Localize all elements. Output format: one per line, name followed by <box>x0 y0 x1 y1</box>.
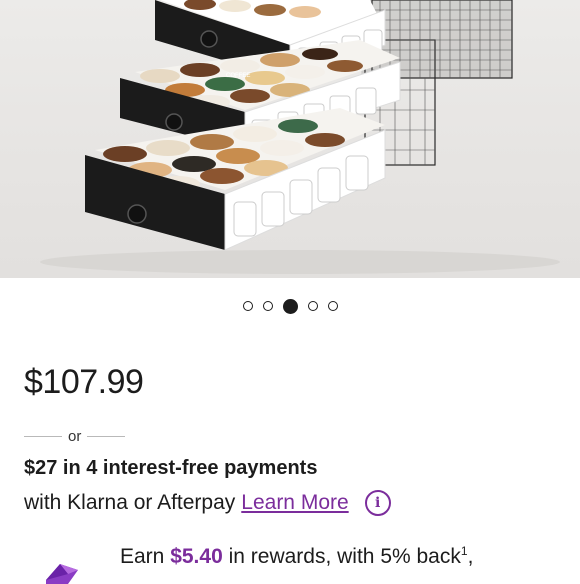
rewards-suffix: , <box>467 545 474 568</box>
pay-provider-line: with Klarna or Afterpay Learn More i <box>24 490 391 516</box>
rewards-middle: in rewards, with 5% back <box>222 545 461 568</box>
pod-label: COFFEE <box>226 73 250 79</box>
rewards-prefix: Earn <box>120 545 171 568</box>
or-label: or <box>68 428 82 445</box>
carousel-dot-4[interactable] <box>307 301 318 311</box>
carousel-dot-5[interactable] <box>327 301 338 311</box>
or-divider: or <box>24 428 126 445</box>
divider-line-left <box>24 436 62 437</box>
pay-provider-text: with Klarna or Afterpay <box>24 491 236 514</box>
installment-text: $27 in 4 interest-free payments <box>24 457 318 479</box>
carousel-dot-3[interactable] <box>282 298 298 314</box>
product-image[interactable]: COFFEE <box>0 0 580 278</box>
image-carousel-indicator <box>0 297 580 315</box>
divider-line-right <box>87 436 126 437</box>
rewards-footnote: 1 <box>460 544 468 558</box>
product-price: $107.99 <box>24 363 144 401</box>
learn-more-link[interactable]: Learn More <box>241 491 348 515</box>
carousel-dot-1[interactable] <box>242 301 253 311</box>
rewards-text: Earn $5.40 in rewards, with 5% back1, <box>120 544 473 569</box>
info-icon[interactable]: i <box>364 490 391 516</box>
carousel-dot-2[interactable] <box>262 301 273 311</box>
rewards-amount: $5.40 <box>170 545 223 568</box>
coffee-pod-drawer-illustration: COFFEE <box>40 0 560 274</box>
